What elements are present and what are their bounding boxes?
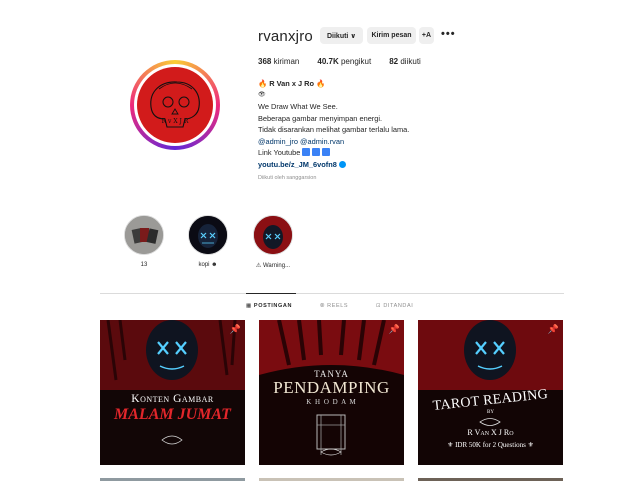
arrow-down-icon (322, 148, 331, 156)
instagram-profile-page: R v X J R rvanxjro Diikuti ∨ Kirim pesan… (6, 4, 626, 481)
pinned-icon: 📌 (547, 324, 559, 334)
bio-line: Beberapa gambar menyimpan energi. (258, 113, 383, 123)
tab-posts[interactable]: ▦ POSTINGAN (246, 303, 292, 309)
youtube-label-line: Link Youtube (258, 147, 518, 159)
send-message-button[interactable]: Kirim pesan (367, 27, 416, 44)
fire-icon: 🔥 (258, 79, 268, 88)
youtube-link[interactable]: youtu.be/z_JM_6vofn8 (258, 160, 337, 169)
highlight-thumbnail (124, 215, 164, 255)
pinned-icon: 📌 (229, 324, 241, 334)
active-tab-indicator (246, 293, 296, 294)
posts-stat: 368 kiriman (258, 57, 300, 66)
svg-text:R v X J R: R v X J R (162, 118, 189, 125)
bio-line: Tidak disarankan melihat gambar terlalu … (258, 125, 410, 134)
pinned-icon: 📌 (388, 324, 400, 334)
highlight-label: ⚠ Warning... (255, 263, 291, 269)
tab-reels[interactable]: ⦾ REELS (320, 303, 348, 310)
arrow-down-icon (302, 148, 311, 156)
post-thumbnail[interactable]: 📌 TAROT READING BY R Van X J Ro ⚜ IDR 50… (418, 320, 563, 465)
highlight-item[interactable]: 13 (124, 215, 164, 268)
more-options-icon[interactable]: ••• (441, 28, 456, 40)
post-title: Konten Gambar (131, 393, 214, 405)
youtube-link-line[interactable]: youtu.be/z_JM_6vofn8 (258, 159, 518, 171)
tab-tagged[interactable]: ⊡ DITANDAI (376, 303, 413, 309)
verified-icon (338, 160, 346, 168)
profile-stats: 368 kiriman 40.7K pengikut 82 diikuti (258, 57, 421, 66)
following-button[interactable]: Diikuti ∨ (320, 27, 363, 44)
post-subtitle: PENDAMPING (273, 378, 390, 397)
highlight-item[interactable]: kopi ☻ (188, 215, 228, 268)
avatar-logo-image: R v X J R (137, 67, 213, 143)
highlight-thumbnail (253, 215, 293, 255)
highlight-item[interactable]: ⚠ Warning... (253, 215, 293, 269)
highlight-label: kopi ☻ (198, 262, 218, 268)
post-caption: K H O D A M (306, 398, 357, 406)
arrow-down-icon (312, 148, 321, 156)
fire-icon: 🔥 (316, 79, 326, 88)
post-thumbnail[interactable] (100, 478, 245, 481)
following-stat[interactable]: 82 diikuti (389, 57, 421, 66)
post-thumbnail[interactable] (418, 478, 563, 481)
followed-by-text[interactable]: Diikuti oleh sanggarsion (258, 173, 518, 185)
post-price: ⚜ IDR 50K for 2 Questions ⚜ (447, 441, 534, 449)
profile-username: rvanxjro (258, 28, 313, 45)
post-thumbnail[interactable]: 📌 TANYA PENDAMPING K H O D A M (259, 320, 404, 465)
post-thumbnail[interactable] (259, 478, 404, 481)
followers-stat[interactable]: 40.7K pengikut (317, 57, 371, 66)
highlight-thumbnail (188, 215, 228, 255)
post-thumbnail[interactable]: 📌 Konten Gambar MALAM JUMAT (100, 320, 245, 465)
post-author: R Van X J Ro (467, 428, 514, 437)
tabs-divider (100, 293, 564, 294)
highlight-label: 13 (140, 262, 148, 268)
bio-line: We Draw What We See. (258, 102, 338, 111)
post-by-label: BY (487, 410, 494, 415)
post-subtitle: MALAM JUMAT (114, 406, 231, 423)
mentions-link[interactable]: @admin_jro @admin.rvan (258, 136, 518, 148)
display-name: 🔥 R Van x J Ro 🔥 (258, 79, 326, 88)
eye-icon: 👁 (258, 91, 266, 98)
add-user-button[interactable]: +A (419, 27, 434, 44)
profile-avatar[interactable]: R v X J R (130, 60, 220, 150)
profile-bio: 🔥 R Van x J Ro 🔥 👁 We Draw What We See. … (258, 78, 518, 185)
